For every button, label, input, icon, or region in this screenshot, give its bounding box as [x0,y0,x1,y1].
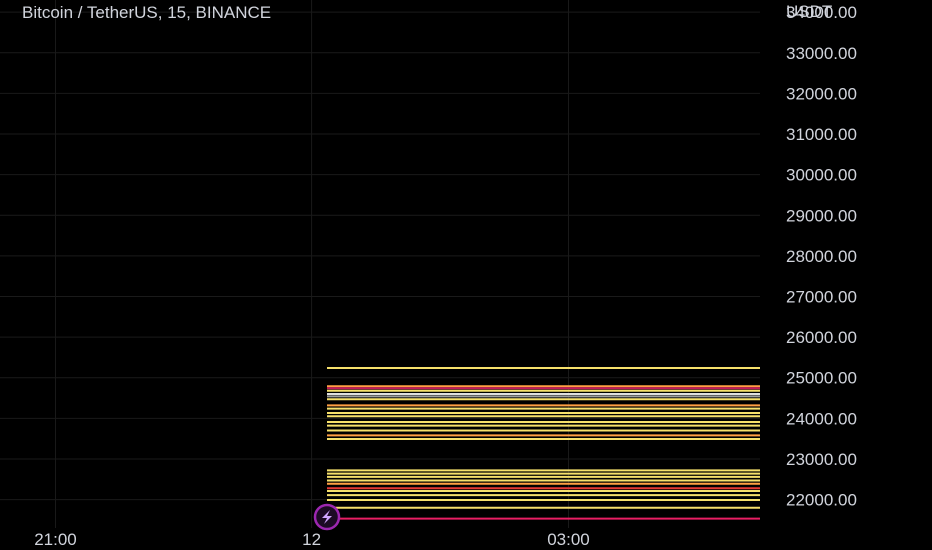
y-tick-label: 34000.00 [786,3,857,22]
lightning-icon[interactable] [313,503,341,531]
y-axis[interactable]: 22000.00 23000.00 24000.00 25000.00 26000.00… [786,3,857,509]
x-tick-label: 12 [302,530,321,549]
y-tick-label: 24000.00 [786,409,857,428]
y-tick-label: 25000.00 [786,369,857,388]
y-tick-label: 30000.00 [786,166,857,185]
chart-title: Bitcoin / TetherUS, 15, BINANCE [22,3,271,22]
y-tick-label: 23000.00 [786,450,857,469]
price-levels [327,366,760,520]
x-axis[interactable]: 21:00 12 03:00 [34,530,590,549]
x-tick-label: 21:00 [34,530,77,549]
y-tick-label: 27000.00 [786,287,857,306]
y-tick-label: 32000.00 [786,84,857,103]
y-tick-label: 33000.00 [786,44,857,63]
grid [0,0,760,528]
x-tick-label: 03:00 [547,530,590,549]
chart-container[interactable]: Bitcoin / TetherUS, 15, BINANCE USDT 220… [0,0,932,550]
price-chart[interactable]: Bitcoin / TetherUS, 15, BINANCE USDT 220… [0,0,932,550]
y-tick-label: 28000.00 [786,247,857,266]
y-tick-label: 29000.00 [786,206,857,225]
y-tick-label: 26000.00 [786,328,857,347]
y-tick-label: 31000.00 [786,125,857,144]
y-tick-label: 22000.00 [786,491,857,510]
